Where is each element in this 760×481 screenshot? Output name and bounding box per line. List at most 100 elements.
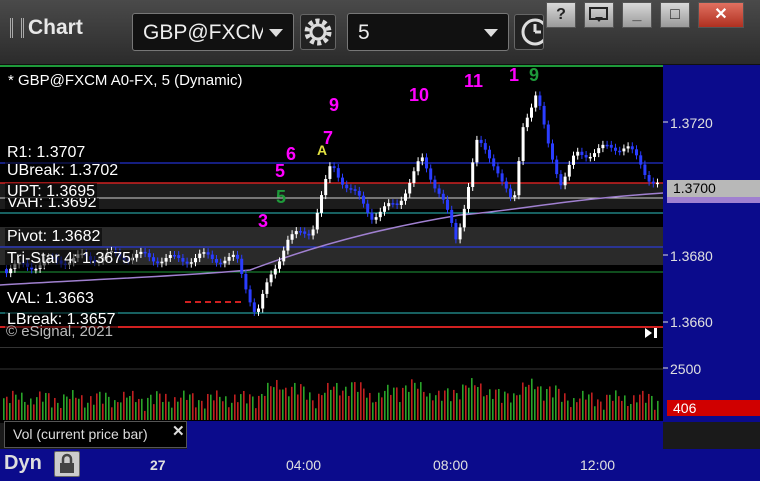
- volume-legend[interactable]: Vol (current price bar): [4, 421, 187, 448]
- candle-body: [147, 253, 151, 258]
- volume-bar: [111, 407, 113, 420]
- candle-body: [647, 175, 651, 182]
- volume-bar: [138, 398, 140, 420]
- candle-body: [5, 269, 8, 274]
- volume-bar: [288, 396, 290, 420]
- volume-bar: [210, 394, 212, 420]
- volume-canvas: [0, 368, 663, 420]
- volume-bar: [132, 390, 134, 420]
- candle-body: [248, 289, 252, 303]
- volume-bar: [600, 401, 602, 420]
- volume-bar: [177, 401, 179, 420]
- volume-bar: [312, 400, 314, 420]
- time-axis[interactable]: [0, 449, 760, 481]
- candle-body: [458, 227, 462, 240]
- volume-bar: [240, 394, 242, 420]
- vol-tick-label: 2500: [670, 361, 702, 377]
- volume-bar: [348, 395, 350, 420]
- volume-bar: [123, 391, 125, 420]
- candle-body: [521, 127, 525, 162]
- volume-bar: [48, 393, 50, 420]
- volume-bar: [588, 394, 590, 420]
- volume-bar: [108, 396, 110, 420]
- scroll-right-icon[interactable]: [645, 328, 652, 338]
- interval-input[interactable]: 5: [358, 21, 478, 45]
- candle-body: [303, 231, 307, 234]
- volume-bar: [522, 382, 524, 420]
- volume-bar: [525, 386, 527, 420]
- interval-selector[interactable]: 5: [347, 13, 509, 51]
- volume-bar: [627, 405, 629, 420]
- chevron-down-icon[interactable]: [269, 29, 283, 37]
- close-button[interactable]: ✕: [698, 2, 744, 28]
- candle-body: [311, 229, 315, 236]
- volume-bar: [375, 401, 377, 420]
- volume-bar: [579, 398, 581, 420]
- app-title[interactable]: Chart: [10, 16, 83, 40]
- volume-bar: [276, 379, 278, 420]
- time-template-button[interactable]: [514, 14, 544, 50]
- volume-bar: [351, 382, 353, 420]
- candle-body: [156, 261, 160, 264]
- volume-bar: [186, 399, 188, 420]
- candle-body: [643, 164, 647, 176]
- volume-pane[interactable]: [0, 347, 663, 423]
- volume-bar: [114, 400, 116, 420]
- volume-bar: [258, 395, 260, 420]
- volume-bar: [228, 407, 230, 420]
- volume-bar: [630, 404, 632, 420]
- volume-bar: [426, 396, 428, 420]
- lock-button[interactable]: [54, 451, 80, 477]
- close-study-icon[interactable]: ✕: [172, 422, 185, 440]
- chart-title: * GBP@FXCM A0-FX, 5 (Dynamic): [8, 72, 243, 89]
- volume-bar: [264, 395, 266, 420]
- price-chart[interactable]: * GBP@FXCM A0-FX, 5 (Dynamic) R1: 1.3707…: [0, 65, 664, 347]
- candle-body: [538, 95, 542, 106]
- candle-body: [240, 258, 244, 274]
- volume-bar: [645, 402, 647, 420]
- drag-grip-icon[interactable]: [10, 18, 24, 38]
- candle-body: [210, 254, 214, 260]
- candle-body: [378, 211, 382, 218]
- candle-body: [656, 182, 659, 185]
- volume-bar: [552, 397, 554, 420]
- volume-bar: [192, 393, 194, 420]
- volume-bar: [297, 394, 299, 420]
- volume-bar: [603, 409, 605, 420]
- volume-bar: [462, 384, 464, 420]
- volume-bar: [75, 397, 77, 420]
- candle-body: [555, 159, 559, 175]
- current-volume-badge: 406: [667, 400, 760, 416]
- candle-body: [593, 153, 596, 157]
- volume-bar: [480, 383, 482, 420]
- candle-body: [446, 199, 449, 210]
- maximize-button[interactable]: □: [660, 2, 690, 28]
- help-button[interactable]: ?: [546, 2, 576, 28]
- volume-bar: [54, 397, 56, 420]
- chevron-down-icon[interactable]: [484, 29, 498, 37]
- candle-body: [9, 268, 13, 274]
- volume-bar: [222, 401, 224, 420]
- volume-bar: [465, 385, 467, 420]
- symbol-input[interactable]: GBP@FXCM: [143, 21, 263, 45]
- volume-bar: [117, 402, 119, 420]
- wave-label: 10: [409, 85, 430, 105]
- volume-bar: [591, 392, 593, 420]
- link-menu-button[interactable]: [584, 2, 614, 28]
- candle-body: [504, 181, 508, 189]
- symbol-selector[interactable]: GBP@FXCM: [132, 13, 294, 51]
- candle-body: [387, 203, 391, 207]
- candle-body: [471, 162, 475, 187]
- volume-bar: [126, 397, 128, 420]
- time-tick-label: 08:00: [433, 457, 469, 473]
- volume-bar: [102, 403, 104, 420]
- volume-bar: [42, 401, 44, 420]
- scaling-mode-label[interactable]: Dyn: [4, 452, 42, 475]
- volume-bar: [537, 386, 539, 420]
- minimize-button[interactable]: _: [622, 2, 652, 28]
- candle-body: [530, 107, 533, 118]
- candle-body: [328, 166, 332, 179]
- settings-button[interactable]: [300, 14, 336, 50]
- volume-bar: [486, 395, 488, 420]
- volume-bar: [249, 394, 251, 420]
